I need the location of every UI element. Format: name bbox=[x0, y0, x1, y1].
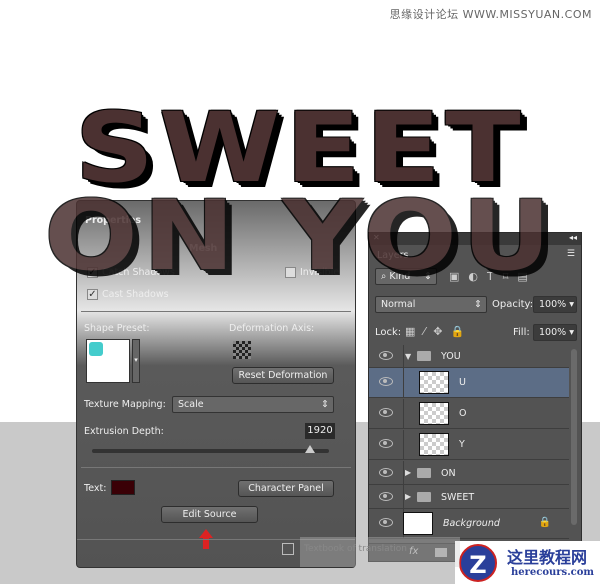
folder-icon bbox=[417, 351, 431, 361]
character-panel-button[interactable]: Character Panel bbox=[238, 480, 334, 497]
shape-preset-label: Shape Preset: bbox=[84, 323, 150, 334]
shape-preset-thumbnail[interactable] bbox=[86, 339, 130, 383]
panel-menu-icon[interactable]: ☰ bbox=[567, 249, 575, 259]
text-color-swatch[interactable] bbox=[111, 480, 135, 495]
extrusion-slider[interactable] bbox=[92, 445, 329, 453]
visibility-eye-icon[interactable] bbox=[379, 518, 393, 527]
cast-shadows-checkbox[interactable]: ✓ Cast Shadows bbox=[87, 289, 169, 300]
deformation-axis-grid-icon[interactable] bbox=[233, 341, 251, 359]
layer-group-you[interactable]: ▼ YOU bbox=[369, 345, 569, 368]
visibility-eye-icon[interactable] bbox=[379, 468, 393, 477]
invisible-checkbox[interactable]: Invisible bbox=[285, 267, 339, 278]
layer-group-sweet[interactable]: ▶ SWEET bbox=[369, 485, 569, 509]
extrusion-depth-label: Extrusion Depth: bbox=[84, 426, 164, 437]
visibility-eye-icon[interactable] bbox=[379, 439, 393, 448]
divider bbox=[81, 467, 351, 468]
blend-mode-select[interactable]: Normal ⇕ bbox=[375, 296, 487, 313]
panel-header: ✕ ◂◂ bbox=[369, 233, 581, 245]
layer-u[interactable]: U bbox=[369, 368, 569, 398]
tab-mesh[interactable]: Mesh bbox=[189, 243, 217, 254]
logo-z-icon: Z bbox=[459, 544, 497, 582]
scrollbar[interactable] bbox=[571, 349, 577, 525]
layer-thumbnail bbox=[419, 402, 449, 425]
lock-label: Lock: bbox=[375, 327, 402, 338]
visibility-eye-icon[interactable] bbox=[379, 492, 393, 501]
kind-filter-select[interactable]: ⌕ Kind ⇕ bbox=[375, 268, 437, 285]
lock-icons[interactable]: ▦⁄✥🔒 bbox=[405, 325, 472, 338]
folder-icon bbox=[417, 492, 431, 502]
lock-icon: 🔒 bbox=[538, 517, 551, 528]
properties-panel: Properties Mesh ✓ Catch Shadows Invisible… bbox=[76, 200, 356, 568]
expand-triangle-icon[interactable]: ▶ bbox=[405, 468, 411, 477]
site-logo: Z 这里教程网 herecours.com bbox=[455, 541, 600, 584]
divider bbox=[81, 311, 351, 312]
fill-label: Fill: bbox=[513, 327, 530, 338]
layer-o[interactable]: O bbox=[369, 399, 569, 429]
catch-shadows-checkbox[interactable]: ✓ Catch Shadows bbox=[87, 267, 175, 278]
layer-y[interactable]: Y bbox=[369, 430, 569, 460]
watermark: 思缘设计论坛 WWW.MISSYUAN.COM bbox=[389, 8, 592, 21]
layer-group-on[interactable]: ▶ ON bbox=[369, 461, 569, 485]
text-label: Text: bbox=[84, 483, 107, 494]
tab-layers[interactable]: Layers bbox=[371, 246, 415, 263]
edit-source-button[interactable]: Edit Source bbox=[161, 506, 258, 523]
opacity-label: Opacity: bbox=[492, 299, 534, 310]
tooltip: Textbook of translation bbox=[300, 537, 460, 567]
preset-icon bbox=[89, 342, 103, 356]
reset-deformation-button[interactable]: Reset Deformation bbox=[232, 367, 334, 384]
layer-thumbnail bbox=[419, 371, 449, 394]
3d-cube-icon[interactable] bbox=[282, 543, 294, 555]
layer-thumbnail bbox=[419, 433, 449, 456]
visibility-eye-icon[interactable] bbox=[379, 351, 393, 360]
visibility-eye-icon[interactable] bbox=[379, 377, 393, 386]
shape-preset-dropdown[interactable]: ▾ bbox=[132, 339, 140, 383]
slider-handle[interactable] bbox=[305, 445, 316, 453]
layer-list: ▼ YOU U O Y ▶ ON ▶ SWEET Background 🔒 bbox=[369, 345, 581, 545]
layer-thumbnail bbox=[403, 512, 433, 535]
extrusion-depth-input[interactable]: 1920 bbox=[305, 423, 335, 439]
texture-mapping-select[interactable]: Scale ⇕ bbox=[172, 396, 334, 413]
texture-mapping-label: Texture Mapping: bbox=[84, 399, 166, 410]
layers-panel: ✕ ◂◂ Layers ☰ ⌕ Kind ⇕ ▣◐T⌑▤ Normal ⇕ Opaci… bbox=[368, 232, 582, 562]
logo-url: herecours.com bbox=[511, 567, 595, 578]
filter-icons[interactable]: ▣◐T⌑▤ bbox=[449, 270, 537, 283]
expand-triangle-icon[interactable]: ▶ bbox=[405, 492, 411, 501]
visibility-eye-icon[interactable] bbox=[379, 408, 393, 417]
layer-background[interactable]: Background 🔒 bbox=[369, 509, 569, 539]
expand-triangle-icon[interactable]: ▼ bbox=[405, 352, 411, 361]
deformation-axis-label: Deformation Axis: bbox=[229, 323, 315, 334]
opacity-input[interactable]: 100% ▾ bbox=[533, 296, 577, 313]
fill-input[interactable]: 100% ▾ bbox=[533, 324, 577, 341]
close-icon[interactable]: ✕ bbox=[373, 233, 380, 242]
collapse-icon[interactable]: ◂◂ bbox=[569, 233, 577, 242]
folder-icon bbox=[417, 468, 431, 478]
panel-title: Properties bbox=[85, 215, 141, 226]
artwork-line-1: SWEET bbox=[74, 92, 526, 204]
logo-cn: 这里教程网 bbox=[507, 548, 588, 567]
